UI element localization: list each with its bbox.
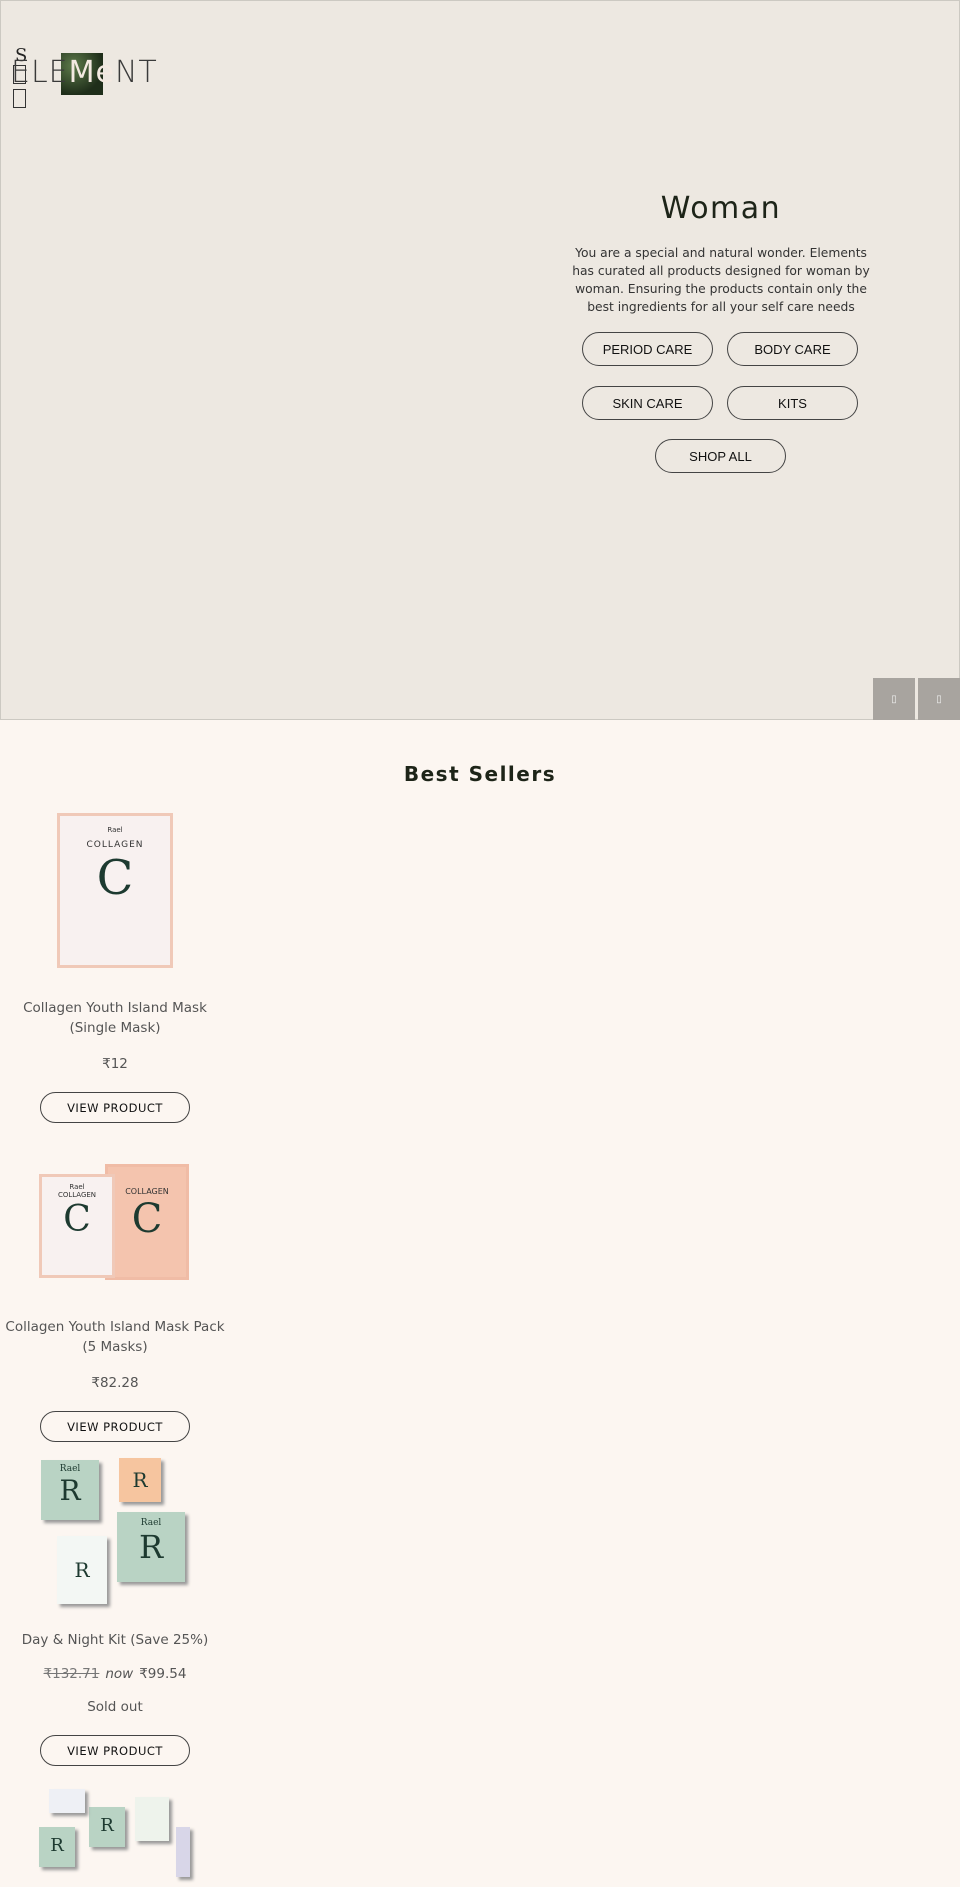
- product-card: Rael COLLAGEN C Collagen Youth Island Ma…: [0, 813, 230, 1123]
- original-price: ₹132.71: [43, 1666, 100, 1682]
- skin-care-button[interactable]: SKIN CARE: [582, 386, 713, 420]
- product-title[interactable]: Collagen Youth Island Mask (Single Mask): [0, 998, 230, 1038]
- product-image[interactable]: COLLAGEN C Rael COLLAGEN C: [39, 1162, 191, 1282]
- product-card: COLLAGEN C Rael COLLAGEN C Collagen Yout…: [0, 1162, 230, 1442]
- product-title[interactable]: Day & Night Kit (Save 25%): [0, 1630, 230, 1650]
- hero-description: You are a special and natural wonder. El…: [572, 246, 870, 314]
- product-image[interactable]: R R: [39, 1787, 191, 1887]
- sale-price: ₹99.54: [139, 1666, 187, 1682]
- product-price: ₹12: [102, 1056, 128, 1072]
- best-sellers-heading: Best Sellers: [403, 762, 557, 786]
- hero-panel: Woman You are a special and natural wond…: [571, 191, 871, 316]
- view-product-button[interactable]: VIEW PRODUCT: [40, 1411, 190, 1442]
- product-image[interactable]: Rael R R R Rael R: [41, 1456, 189, 1608]
- slider-prev-button[interactable]: ▯: [873, 678, 915, 720]
- product-card: Rael R R R Rael R Day & Night Kit (Save 25…: [0, 1456, 230, 1766]
- product-price: ₹82.28: [91, 1375, 139, 1391]
- body-care-button[interactable]: BODY CARE: [727, 332, 858, 366]
- product-card: R R: [0, 1787, 230, 1887]
- hero-title: Woman: [660, 191, 782, 226]
- chevron-left-icon: ▯: [891, 693, 897, 705]
- product-price: ₹132.71 now ₹99.54: [43, 1666, 187, 1682]
- sold-out-badge: Sold out: [87, 1699, 143, 1715]
- logo[interactable]: ELEMeNT: [11, 53, 157, 98]
- view-product-button[interactable]: VIEW PRODUCT: [40, 1092, 190, 1123]
- chevron-right-icon: ▯: [936, 693, 942, 705]
- view-product-button[interactable]: VIEW PRODUCT: [40, 1735, 190, 1766]
- slider-next-button[interactable]: ▯: [918, 678, 960, 720]
- period-care-button[interactable]: PERIOD CARE: [582, 332, 713, 366]
- hero-banner: S ELEMeNT Woman You are a special and na…: [0, 0, 960, 720]
- shop-all-button[interactable]: SHOP ALL: [655, 439, 786, 473]
- kits-button[interactable]: KITS: [727, 386, 858, 420]
- product-image[interactable]: Rael COLLAGEN C: [57, 813, 173, 968]
- product-title[interactable]: Collagen Youth Island Mask Pack (5 Masks…: [0, 1317, 230, 1357]
